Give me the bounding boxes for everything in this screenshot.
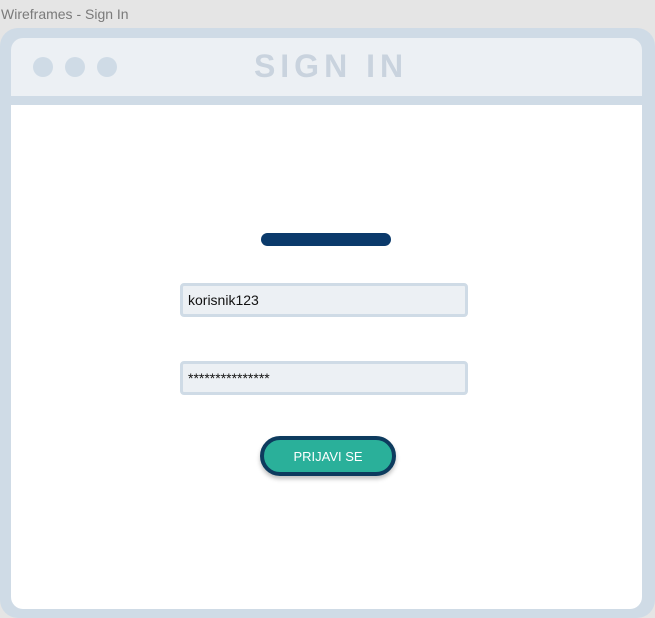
password-field[interactable] bbox=[180, 361, 468, 395]
window-title: SIGN IN bbox=[253, 48, 409, 84]
logo-placeholder bbox=[261, 233, 391, 246]
window-titlebar: SIGN IN bbox=[11, 38, 642, 96]
username-field[interactable] bbox=[180, 283, 468, 317]
browser-window: SIGN IN PRIJAVI SE bbox=[0, 28, 655, 618]
sign-in-panel: PRIJAVI SE bbox=[11, 105, 642, 609]
frame-label: Wireframes - Sign In bbox=[1, 6, 129, 22]
sign-in-button[interactable]: PRIJAVI SE bbox=[260, 436, 396, 476]
